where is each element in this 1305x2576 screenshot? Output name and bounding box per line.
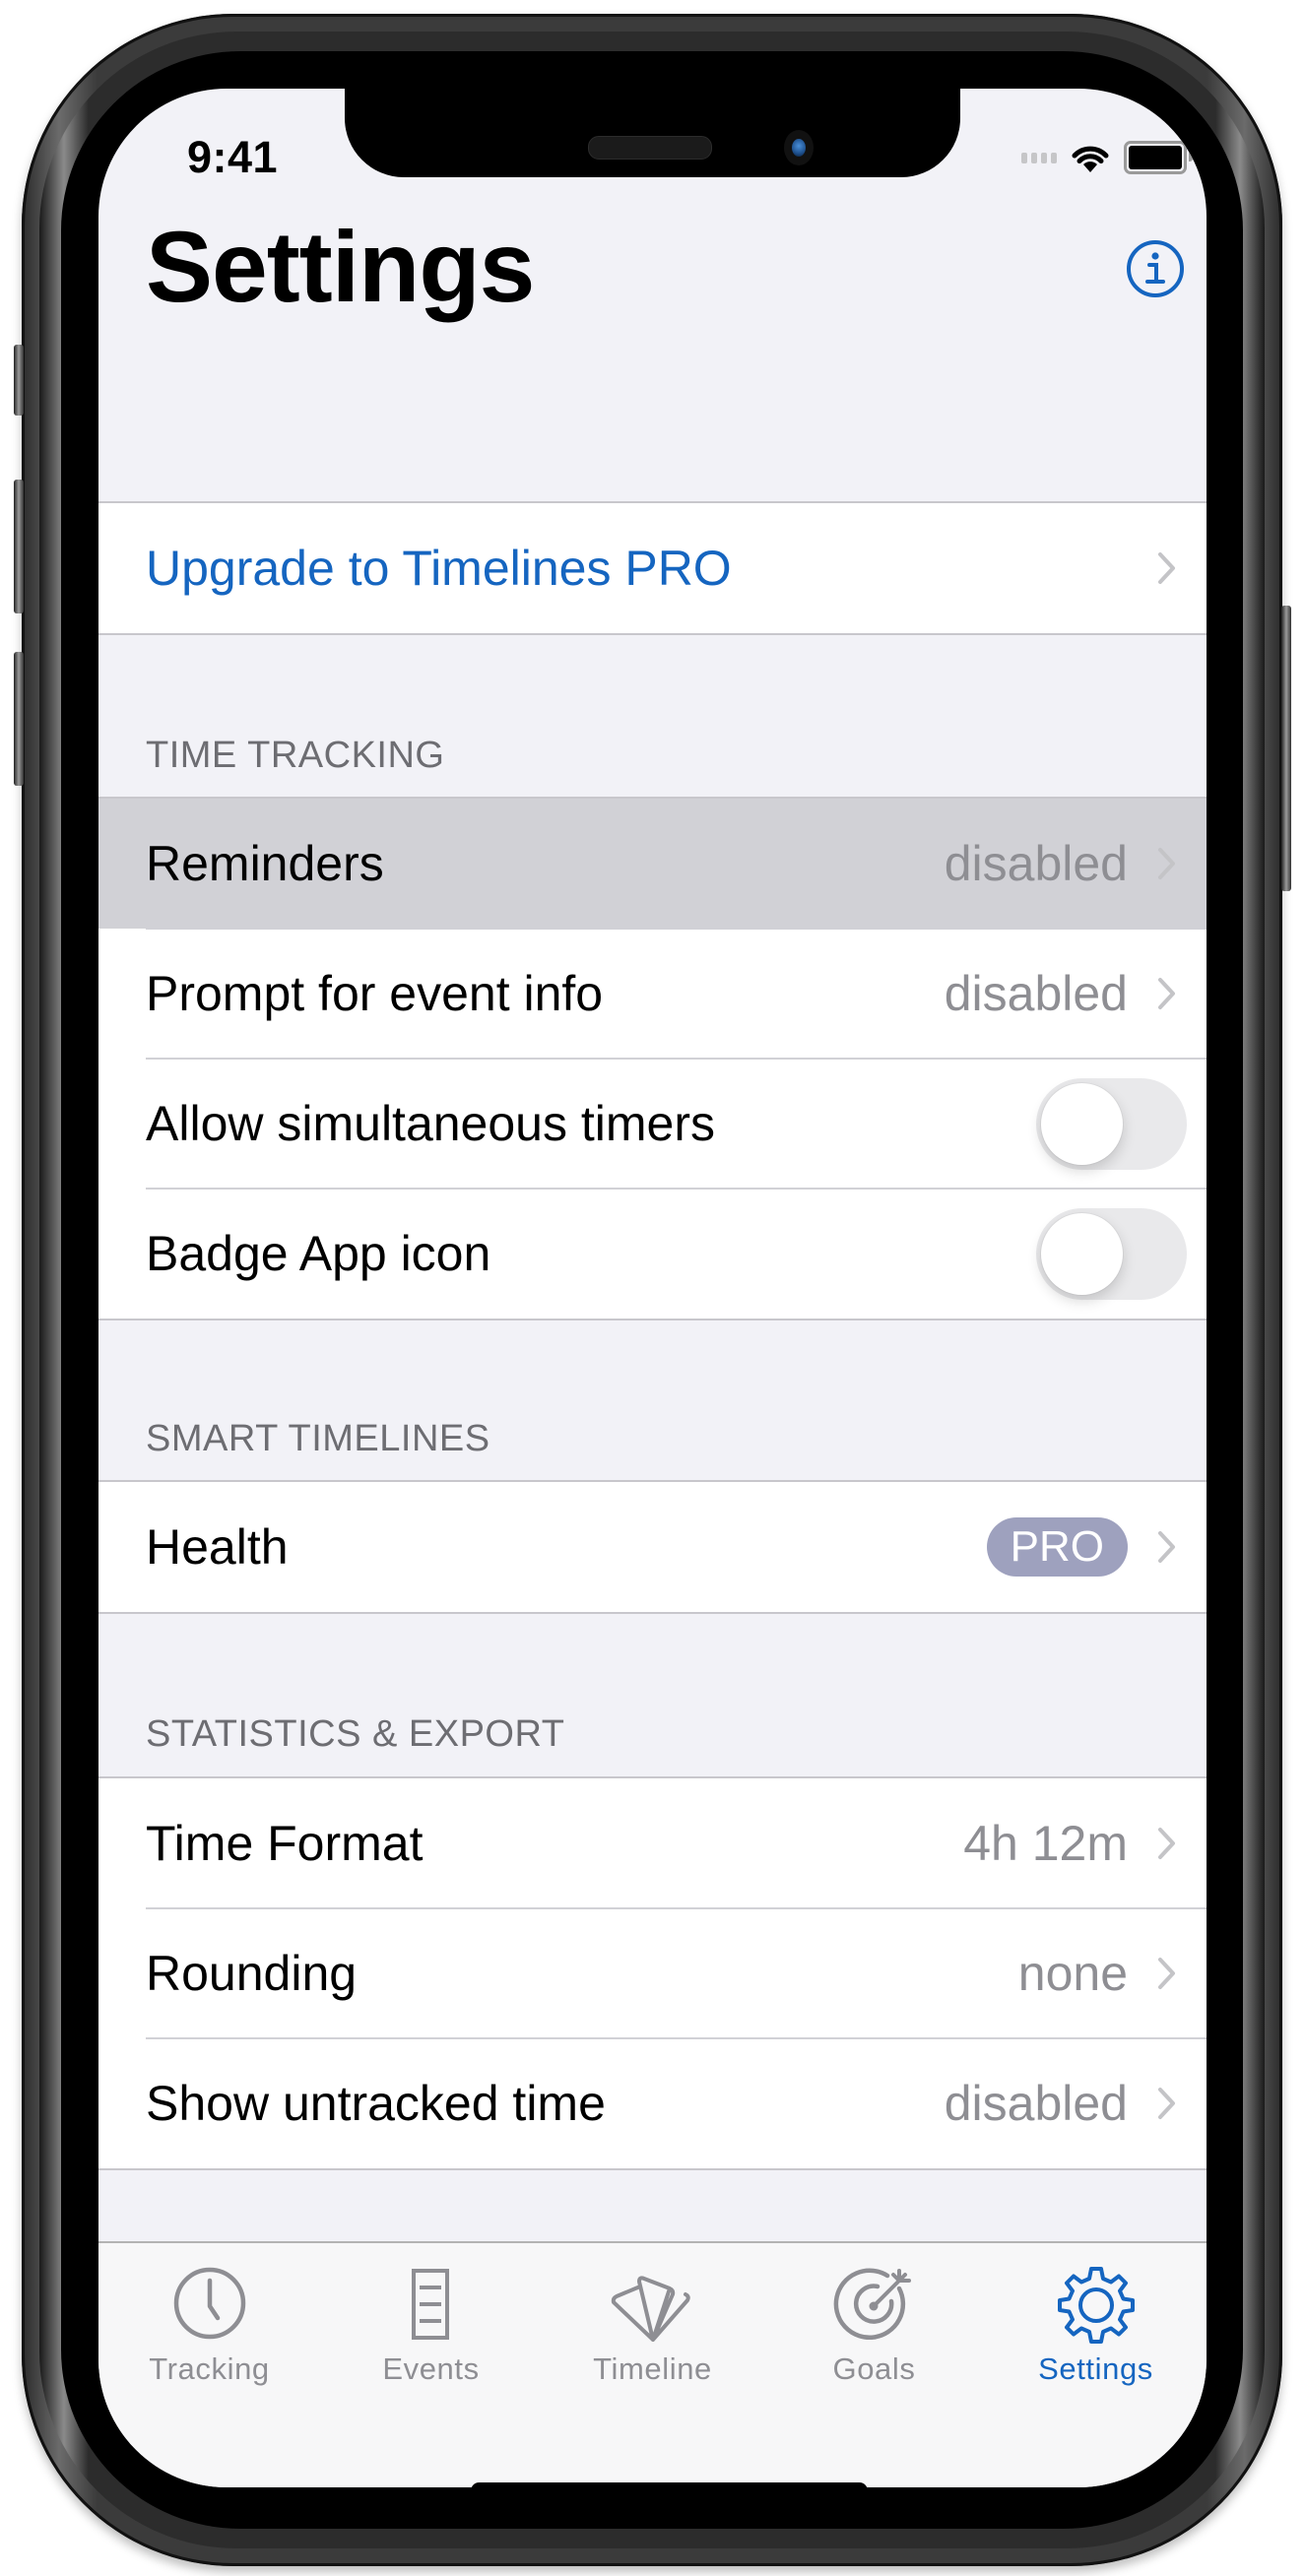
chevron-right-icon <box>1158 2088 1175 2119</box>
tab-label: Settings <box>1038 2351 1153 2386</box>
chevron-right-icon <box>1158 1531 1175 1563</box>
simultaneous-timers-toggle[interactable] <box>1036 1077 1187 1170</box>
tab-events[interactable]: Events <box>320 2243 542 2406</box>
front-camera <box>784 130 814 165</box>
upgrade-row[interactable]: Upgrade to Timelines PRO <box>98 503 1207 633</box>
section-header-smart-timelines: SMART TIMELINES <box>146 1418 490 1459</box>
row-label: Allow simultaneous timers <box>146 1096 715 1151</box>
tab-label: Events <box>382 2351 480 2386</box>
row-time-format[interactable]: Time Format 4h 12m <box>98 1778 1207 1908</box>
chevron-right-icon <box>1158 848 1175 879</box>
row-show-untracked-time[interactable]: Show untracked time disabled <box>98 2037 1207 2168</box>
volume-down-button <box>14 652 24 786</box>
info-button[interactable] <box>1126 239 1185 298</box>
pro-badge: PRO <box>986 1517 1128 1577</box>
target-arrow-icon <box>833 2268 911 2340</box>
row-value: disabled <box>944 2076 1128 2131</box>
info-circle-icon <box>1127 240 1184 297</box>
tab-bar: Tracking Events Timeline Goals Settings <box>98 2241 1207 2487</box>
screen: 9:41 Settings Upgrade to Timelines PRO T… <box>98 89 1207 2487</box>
upgrade-section: Upgrade to Timelines PRO <box>98 501 1207 635</box>
chevron-right-icon <box>1158 978 1175 1009</box>
tab-goals[interactable]: Goals <box>763 2243 985 2406</box>
fan-timeline-icon <box>611 2276 690 2342</box>
row-value: none <box>1017 1946 1128 2001</box>
row-reminders[interactable]: Reminders disabled <box>98 799 1207 929</box>
signal-icon <box>1021 152 1057 163</box>
time-tracking-section: Reminders disabled Prompt for event info… <box>98 797 1207 1320</box>
row-label: Health <box>146 1519 289 1575</box>
tab-label: Goals <box>832 2351 916 2386</box>
chevron-right-icon <box>1158 1958 1175 1989</box>
chevron-right-icon <box>1158 552 1175 584</box>
tab-label: Timeline <box>593 2351 712 2386</box>
row-badge-app-icon: Badge App icon <box>98 1188 1207 1319</box>
status-time: 9:41 <box>187 132 279 182</box>
status-icons <box>1021 138 1193 177</box>
wifi-icon <box>1072 146 1109 172</box>
upgrade-label: Upgrade to Timelines PRO <box>146 541 732 596</box>
badge-app-icon-toggle[interactable] <box>1036 1207 1187 1300</box>
tab-label: Tracking <box>149 2351 270 2386</box>
power-button <box>1281 606 1291 891</box>
gear-icon <box>1057 2267 1135 2344</box>
clock-icon <box>173 2267 245 2340</box>
row-value: 4h 12m <box>963 1816 1128 1871</box>
home-indicator[interactable] <box>471 2482 868 2487</box>
row-label: Reminders <box>146 836 384 891</box>
statistics-export-section: Time Format 4h 12m Rounding none Show un… <box>98 1776 1207 2170</box>
volume-up-button <box>14 480 24 613</box>
row-prompt-event-info[interactable]: Prompt for event info disabled <box>98 928 1207 1059</box>
row-health[interactable]: Health PRO <box>98 1482 1207 1612</box>
row-value: disabled <box>944 966 1128 1021</box>
section-header-time-tracking: TIME TRACKING <box>146 735 445 776</box>
tab-timeline[interactable]: Timeline <box>542 2243 763 2406</box>
row-allow-simultaneous-timers: Allow simultaneous timers <box>98 1058 1207 1189</box>
row-label: Badge App icon <box>146 1226 491 1281</box>
toggle-knob <box>1041 1212 1123 1295</box>
section-header-statistics-export: STATISTICS & EXPORT <box>146 1713 565 1755</box>
row-label: Time Format <box>146 1816 424 1871</box>
toggle-knob <box>1041 1082 1123 1165</box>
smart-timelines-section: Health PRO <box>98 1480 1207 1614</box>
silent-switch <box>14 345 24 416</box>
battery-icon <box>1124 141 1193 174</box>
row-label: Prompt for event info <box>146 966 604 1021</box>
page-title: Settings <box>146 211 535 323</box>
row-rounding[interactable]: Rounding none <box>98 1907 1207 2038</box>
chevron-right-icon <box>1158 1828 1175 1859</box>
document-list-icon <box>411 2269 449 2340</box>
row-label: Show untracked time <box>146 2076 606 2131</box>
earpiece-speaker <box>588 136 712 160</box>
row-label: Rounding <box>146 1946 358 2001</box>
tab-settings[interactable]: Settings <box>985 2243 1207 2406</box>
tab-tracking[interactable]: Tracking <box>98 2243 320 2406</box>
notch <box>345 89 960 177</box>
row-value: disabled <box>944 836 1128 891</box>
